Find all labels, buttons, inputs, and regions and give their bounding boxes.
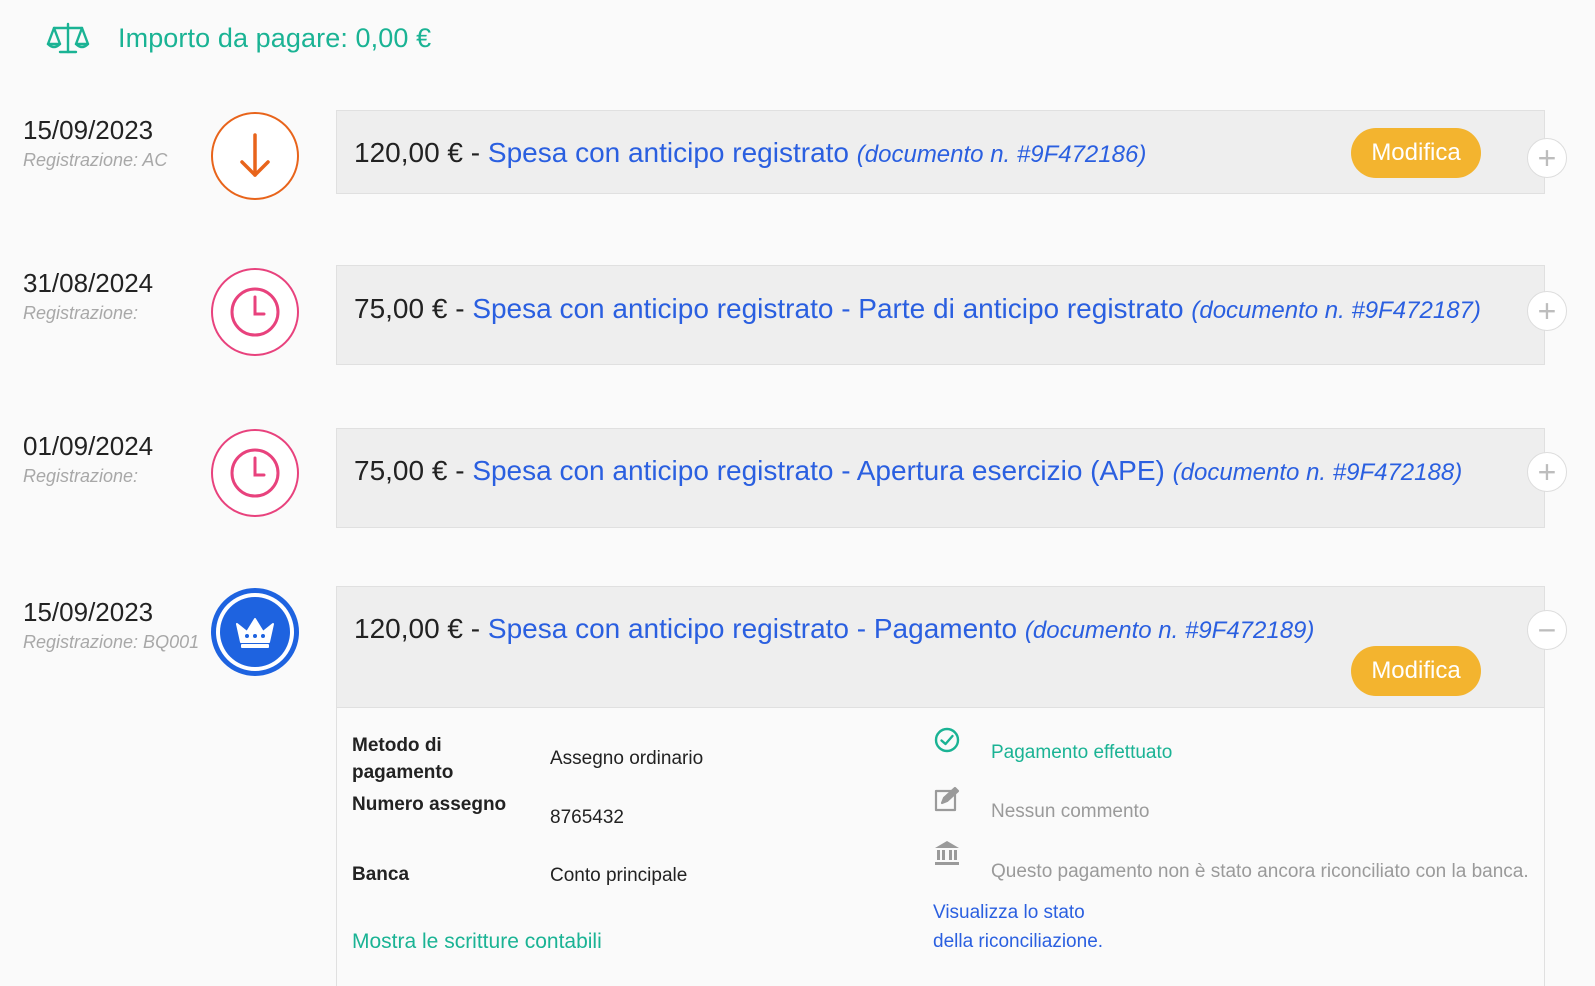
reconciliation-note: Questo pagamento non è stato ancora rico… bbox=[991, 861, 1529, 882]
scale-icon bbox=[46, 22, 90, 54]
payment-method-value: Assegno ordinario bbox=[550, 748, 704, 769]
comment-text: Nessun commento bbox=[991, 801, 1150, 822]
arrow-down-icon bbox=[211, 112, 299, 200]
edit-button[interactable]: Modifica bbox=[1351, 128, 1481, 178]
entry-description-link[interactable]: Spesa con anticipo registrato - Pagament… bbox=[488, 613, 1017, 644]
bank-icon bbox=[935, 841, 959, 865]
entry-document-ref[interactable]: (documento n. #9F472188) bbox=[1173, 459, 1463, 486]
entry-amount: 120,00 € bbox=[354, 137, 463, 168]
entry-registration: Registrazione: bbox=[23, 303, 139, 323]
edit-note-icon bbox=[934, 786, 960, 812]
entry-registration: Registrazione: BQ001 bbox=[23, 632, 200, 652]
amount-due-label: Importo da pagare: 0,00 € bbox=[118, 22, 432, 53]
bank-label: Banca bbox=[352, 864, 410, 885]
entry-card[interactable]: 120,00 € - Spesa con anticipo registrato… bbox=[336, 110, 1545, 194]
entry-amount: 75,00 € bbox=[354, 455, 448, 486]
check-number-value: 8765432 bbox=[550, 807, 624, 828]
entry-date: 01/09/2024 bbox=[23, 431, 154, 461]
entry-amount: 75,00 € bbox=[354, 293, 448, 324]
collapse-icon[interactable]: − bbox=[1527, 610, 1567, 650]
check-number-label: Numero assegno bbox=[352, 794, 507, 815]
entry-date-block: 31/08/2024 Registrazione: bbox=[23, 268, 153, 324]
entry-card[interactable]: 75,00 € - Spesa con anticipo registrato … bbox=[336, 428, 1545, 528]
entry-card[interactable]: 75,00 € - Spesa con anticipo registrato … bbox=[336, 265, 1545, 365]
entry-date-block: 15/09/2023 Registrazione: BQ001 bbox=[23, 597, 199, 653]
crown-icon bbox=[211, 588, 299, 676]
entry-date-block: 01/09/2024 Registrazione: bbox=[23, 431, 153, 487]
entry-registration: Registrazione: AC bbox=[23, 150, 168, 170]
entry-document-ref[interactable]: (documento n. #9F472186) bbox=[857, 141, 1147, 168]
entry-registration: Registrazione: bbox=[23, 466, 139, 486]
entry-title: 75,00 € - Spesa con anticipo registrato … bbox=[354, 293, 1481, 324]
amount-due-header: Importo da pagare: 0,00 € bbox=[46, 18, 431, 58]
entry-title: 75,00 € - Spesa con anticipo registrato … bbox=[354, 455, 1463, 486]
entry-date-block: 15/09/2023 Registrazione: AC bbox=[23, 115, 167, 171]
clock-icon bbox=[211, 429, 299, 517]
edit-button[interactable]: Modifica bbox=[1351, 646, 1481, 696]
check-circle-icon bbox=[934, 727, 960, 753]
expand-icon[interactable]: + bbox=[1527, 138, 1567, 178]
entry-date: 15/09/2023 bbox=[23, 115, 154, 145]
entry-description-link[interactable]: Spesa con anticipo registrato - Parte di… bbox=[472, 293, 1183, 324]
entry-title: 120,00 € - Spesa con anticipo registrato… bbox=[354, 137, 1147, 168]
entry-description-link[interactable]: Spesa con anticipo registrato bbox=[488, 137, 849, 168]
entry-card[interactable]: 120,00 € - Spesa con anticipo registrato… bbox=[336, 586, 1545, 708]
expand-icon[interactable]: + bbox=[1527, 291, 1567, 331]
entry-amount: 120,00 € bbox=[354, 613, 463, 644]
payment-status-text: Pagamento effettuato bbox=[991, 742, 1173, 763]
entry-description-link[interactable]: Spesa con anticipo registrato - Apertura… bbox=[472, 455, 1165, 486]
entry-date: 15/09/2023 bbox=[23, 597, 154, 627]
show-accounting-entries-link[interactable]: Mostra le scritture contabili bbox=[352, 930, 602, 954]
view-reconciliation-link[interactable]: Visualizza lo stato della riconciliazion… bbox=[933, 898, 1103, 956]
entry-title: 120,00 € - Spesa con anticipo registrato… bbox=[354, 613, 1315, 644]
entry-document-ref[interactable]: (documento n. #9F472187) bbox=[1191, 297, 1481, 324]
payment-method-label: Metodo di pagamento bbox=[352, 735, 454, 783]
expand-icon[interactable]: + bbox=[1527, 452, 1567, 492]
bank-value: Conto principale bbox=[550, 865, 688, 886]
clock-icon bbox=[211, 268, 299, 356]
view-reconciliation-link-line2[interactable]: della riconciliazione. bbox=[933, 927, 1103, 956]
entry-date: 31/08/2024 bbox=[23, 268, 154, 298]
payment-details-panel: Metodo di pagamento Assegno ordinario Nu… bbox=[336, 708, 1545, 986]
entry-document-ref[interactable]: (documento n. #9F472189) bbox=[1025, 617, 1315, 644]
view-reconciliation-link-line1[interactable]: Visualizza lo stato bbox=[933, 898, 1103, 927]
